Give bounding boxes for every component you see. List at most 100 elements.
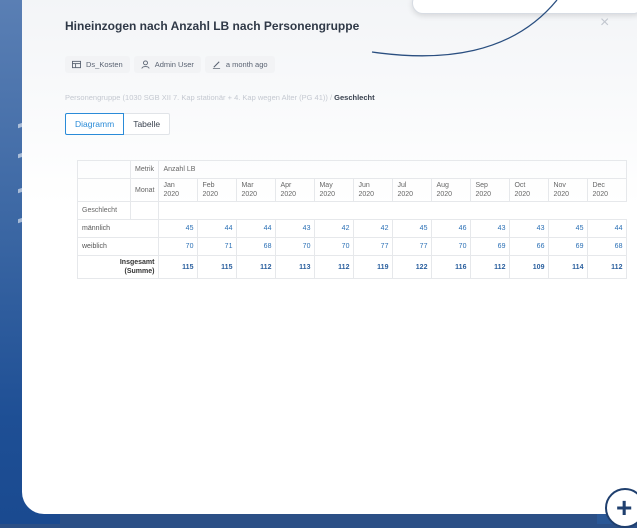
month-year: 2020 bbox=[202, 191, 219, 198]
meta-bar: Ds_Kosten Admin User a month ago bbox=[65, 56, 275, 73]
total-label-line2: (Summe) bbox=[124, 268, 155, 275]
table-row: Geschlecht bbox=[77, 201, 627, 220]
month-name: Sep bbox=[475, 182, 488, 189]
total-cell: 112 bbox=[470, 255, 511, 279]
total-cell: 119 bbox=[353, 255, 394, 279]
total-cell: 112 bbox=[236, 255, 277, 279]
month-year: 2020 bbox=[280, 191, 297, 198]
dialog-title: Hineinzogen nach Anzahl LB nach Personen… bbox=[65, 19, 360, 33]
total-label-line1: Insgesamt bbox=[119, 259, 155, 266]
table-icon bbox=[72, 60, 81, 69]
corner-cell bbox=[77, 178, 131, 202]
value-cell: 68 bbox=[236, 237, 277, 256]
total-cell: 114 bbox=[548, 255, 589, 279]
value-cell: 42 bbox=[353, 219, 394, 238]
table-row: Monat Jan 2020 Feb 2020 Mar 2020 Apr 2020 May 2020… bbox=[77, 178, 628, 202]
pencil-icon bbox=[212, 61, 220, 69]
plus-icon: + bbox=[616, 492, 633, 523]
total-label: Insgesamt (Summe) bbox=[76, 255, 160, 279]
value-cell: 46 bbox=[431, 219, 472, 238]
table-row: männlich 45 44 44 43 42 42 45 46 43 43 45 44 bbox=[76, 219, 628, 238]
month-year: 2020 bbox=[436, 191, 453, 198]
month-header: Sep 2020 bbox=[470, 178, 511, 202]
total-row: Insgesamt (Summe) 115 115 112 113 112 119 122 116… bbox=[76, 255, 628, 279]
month-name: Jul bbox=[397, 182, 407, 189]
value-cell: 70 bbox=[158, 237, 199, 256]
month-name: Apr bbox=[280, 182, 292, 189]
breadcrumb-parent[interactable]: Personengruppe (1030 SGB XII 7. Kap stat… bbox=[65, 93, 328, 102]
row-label: männlich bbox=[76, 219, 160, 238]
row-label: weiblich bbox=[76, 237, 160, 256]
value-cell: 43 bbox=[275, 219, 316, 238]
value-cell: 45 bbox=[392, 219, 433, 238]
month-header: Jan 2020 bbox=[158, 178, 199, 202]
value-cell: 69 bbox=[470, 237, 511, 256]
total-cell: 115 bbox=[158, 255, 199, 279]
month-header: Oct 2020 bbox=[509, 178, 550, 202]
value-cell: 77 bbox=[392, 237, 433, 256]
total-cell: 109 bbox=[509, 255, 550, 279]
total-cell: 112 bbox=[314, 255, 355, 279]
breadcrumb: Personengruppe (1030 SGB XII 7. Kap stat… bbox=[65, 93, 375, 102]
metric-value: Anzahl LB bbox=[158, 160, 628, 179]
value-cell: 69 bbox=[548, 237, 589, 256]
value-cell: 42 bbox=[314, 219, 355, 238]
month-year: 2020 bbox=[163, 191, 180, 198]
table-row: weiblich 70 71 68 70 70 77 77 70 69 66 69 68 bbox=[76, 237, 628, 256]
decorative-curve bbox=[371, 0, 558, 57]
value-cell: 70 bbox=[275, 237, 316, 256]
month-header: Feb 2020 bbox=[197, 178, 238, 202]
pivot-table: Metrik Anzahl LB Monat Jan 2020 Feb 2020 Mar 202… bbox=[76, 160, 628, 279]
value-cell: 70 bbox=[314, 237, 355, 256]
edited-chip: a month ago bbox=[204, 56, 275, 73]
value-cell: 45 bbox=[158, 219, 199, 238]
month-year: 2020 bbox=[241, 191, 258, 198]
month-header: Apr 2020 bbox=[275, 178, 316, 202]
month-year: 2020 bbox=[514, 191, 531, 198]
total-cell: 122 bbox=[392, 255, 433, 279]
month-year: 2020 bbox=[358, 191, 375, 198]
value-cell: 68 bbox=[587, 237, 628, 256]
corner-cell bbox=[77, 160, 131, 179]
month-year: 2020 bbox=[397, 191, 414, 198]
month-name: Dec bbox=[592, 182, 605, 189]
view-tabs: Diagramm Tabelle bbox=[65, 113, 171, 135]
month-name: Mar bbox=[241, 182, 254, 189]
month-name: Jun bbox=[358, 182, 370, 189]
value-cell: 44 bbox=[587, 219, 628, 238]
value-cell: 66 bbox=[509, 237, 550, 256]
value-cell: 43 bbox=[470, 219, 511, 238]
value-cell: 77 bbox=[353, 237, 394, 256]
add-button[interactable]: + bbox=[605, 488, 637, 528]
month-header: May 2020 bbox=[314, 178, 355, 202]
value-cell: 43 bbox=[509, 219, 550, 238]
month-year: 2020 bbox=[553, 191, 570, 198]
datasource-label: Ds_Kosten bbox=[86, 60, 123, 69]
value-cell: 44 bbox=[197, 219, 238, 238]
total-cell: 113 bbox=[275, 255, 316, 279]
tab-table[interactable]: Tabelle bbox=[124, 113, 171, 135]
month-name: Jan bbox=[163, 182, 175, 189]
month-name: Feb bbox=[202, 182, 215, 189]
month-name: Oct bbox=[514, 182, 526, 189]
empty-cell bbox=[129, 201, 160, 220]
breadcrumb-separator: / bbox=[329, 93, 333, 102]
edited-label: a month ago bbox=[225, 60, 268, 69]
datasource-chip[interactable]: Ds_Kosten bbox=[65, 56, 130, 73]
total-cell: 116 bbox=[431, 255, 472, 279]
value-cell: 70 bbox=[431, 237, 472, 256]
total-cell: 112 bbox=[587, 255, 628, 279]
breadcrumb-current: Geschlecht bbox=[334, 93, 375, 102]
close-button[interactable]: × bbox=[600, 14, 609, 32]
month-year: 2020 bbox=[319, 191, 336, 198]
month-name: Aug bbox=[436, 182, 449, 189]
month-header: Aug 2020 bbox=[431, 178, 472, 202]
month-name: Nov bbox=[553, 182, 566, 189]
table-row: Metrik Anzahl LB bbox=[77, 160, 628, 179]
user-label: Admin User bbox=[154, 60, 194, 69]
month-header: Dec 2020 bbox=[587, 178, 628, 202]
month-year: 2020 bbox=[475, 191, 492, 198]
month-header: Mar 2020 bbox=[236, 178, 277, 202]
tab-diagram[interactable]: Diagramm bbox=[65, 113, 125, 135]
user-icon bbox=[141, 60, 150, 69]
